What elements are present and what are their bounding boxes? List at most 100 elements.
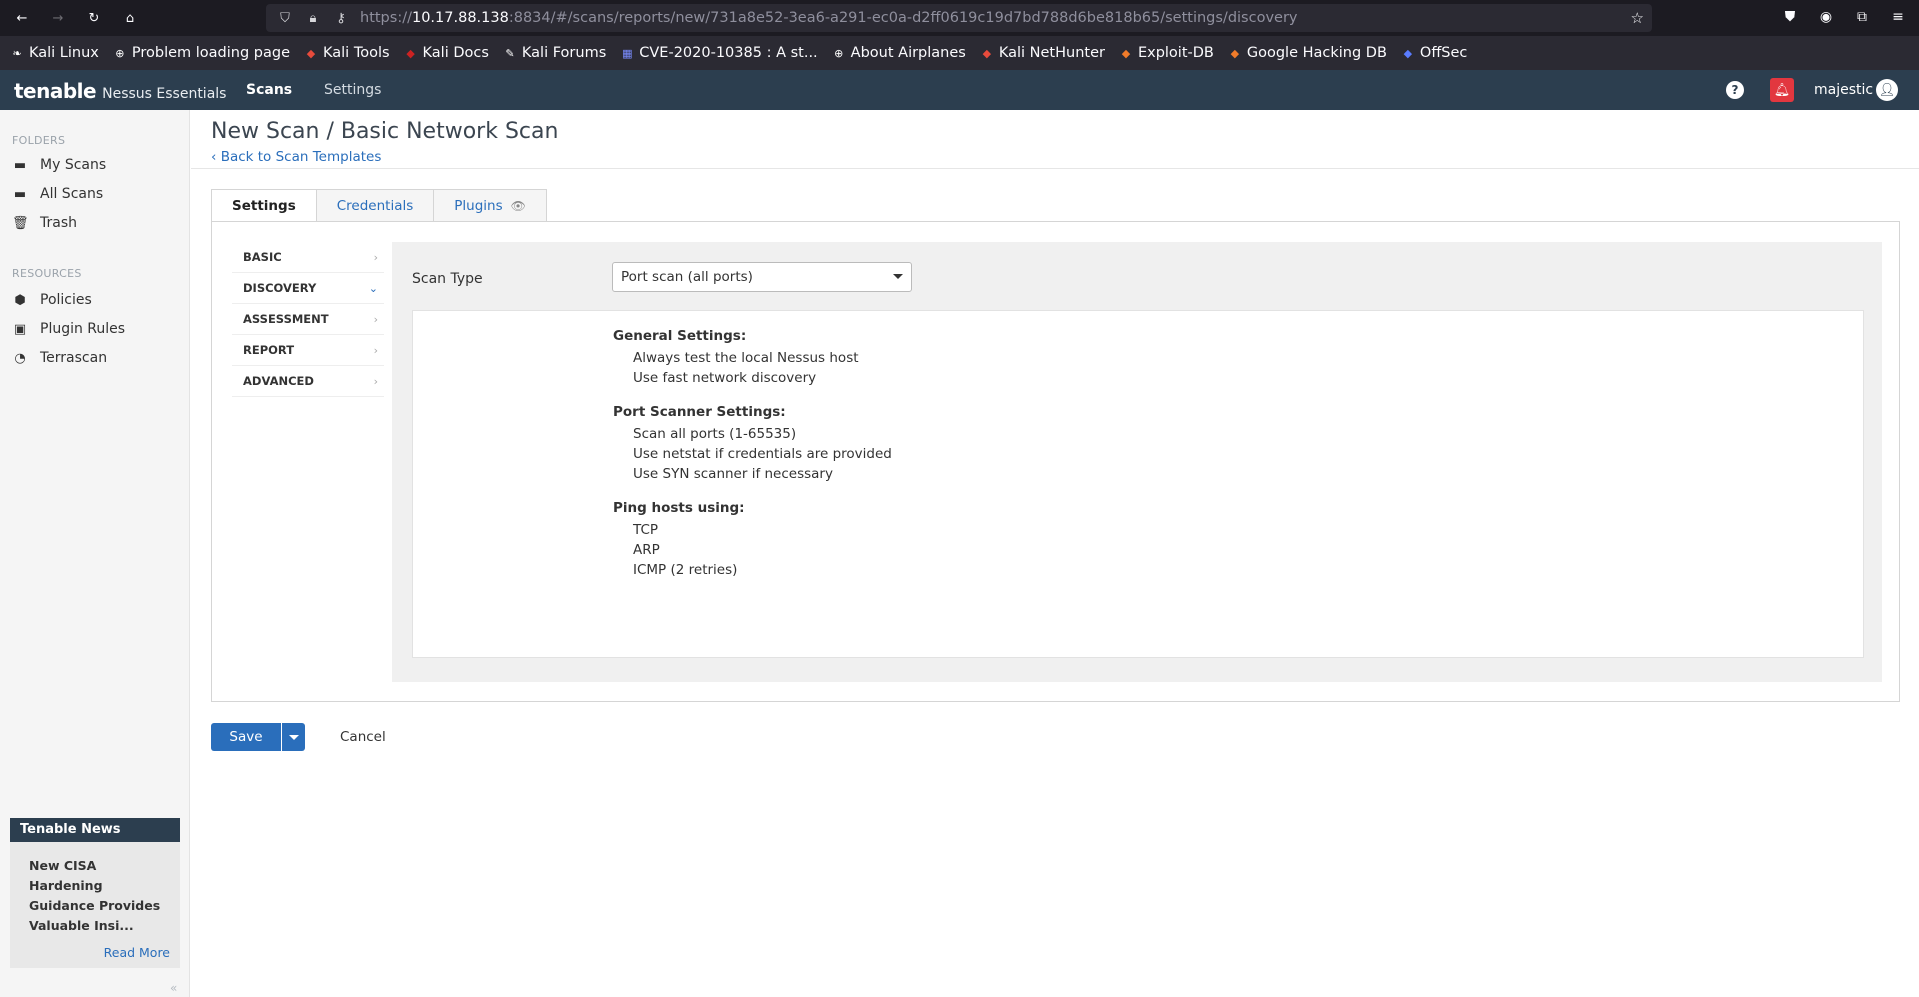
sidebar-item-my-scans[interactable]: ▬ My Scans	[12, 157, 106, 173]
bookmark-item[interactable]: ◆ Kali Docs	[404, 45, 489, 61]
home-icon[interactable]: ⌂	[116, 4, 144, 32]
summary-item: Scan all ports (1-65535)	[633, 426, 797, 442]
trash-icon: 🗑︎	[12, 215, 29, 231]
collapse-sidebar-icon[interactable]: «	[170, 981, 177, 995]
bookmark-item[interactable]: ✎ Kali Forums	[503, 45, 606, 61]
news-headline[interactable]: New CISA Hardening Guidance Provides Val…	[10, 842, 180, 936]
terrascan-icon: ◔	[14, 350, 26, 366]
username[interactable]: majestic	[1814, 82, 1873, 98]
sidebar-item-label: Trash	[40, 215, 77, 231]
nav-scans[interactable]: Scans	[246, 82, 292, 98]
chevron-left-icon: ‹	[211, 149, 221, 165]
caret-down-icon	[893, 274, 903, 279]
logo-brand: tenable	[14, 79, 97, 103]
sidebar-item-policies[interactable]: ⬢ Policies	[12, 292, 92, 308]
chevron-right-icon: ›	[373, 312, 378, 326]
bookmark-item[interactable]: ◆ Kali NetHunter	[980, 45, 1105, 61]
section-report[interactable]: REPORT ›	[232, 335, 384, 366]
sidebar-item-all-scans[interactable]: ▬ All Scans	[12, 186, 103, 202]
sidebar: FOLDERS ▬ My Scans ▬ All Scans 🗑︎ Trash …	[0, 110, 190, 997]
help-icon[interactable]: ?	[1726, 81, 1744, 99]
extensions-icon[interactable]: ⧉	[1851, 6, 1873, 28]
news-read-more-link[interactable]: Read More	[104, 945, 170, 960]
tenable-logo[interactable]: tenable Nessus Essentials	[14, 79, 226, 103]
folder-icon: ▬	[13, 157, 27, 173]
url-text[interactable]: https://10.17.88.138:8834/#/scans/report…	[360, 10, 1298, 26]
chevron-down-icon: ⌄	[368, 281, 378, 295]
save-button[interactable]: Save	[211, 723, 281, 751]
summary-item: Use fast network discovery	[633, 370, 817, 386]
section-label: ADVANCED	[243, 374, 314, 388]
bookmark-item[interactable]: ◆ Exploit-DB	[1119, 45, 1214, 61]
sidebar-item-label: My Scans	[40, 157, 107, 173]
tenable-news-widget: Tenable News New CISA Hardening Guidance…	[10, 818, 180, 968]
discovery-summary: General Settings: Always test the local …	[412, 310, 1864, 658]
section-basic[interactable]: BASIC ›	[232, 242, 384, 273]
reload-icon[interactable]: ↻	[80, 4, 108, 32]
sidebar-item-label: All Scans	[40, 186, 104, 202]
back-link-label: Back to Scan Templates	[220, 149, 382, 165]
resources-heading: RESOURCES	[12, 267, 82, 280]
nav-settings[interactable]: Settings	[324, 82, 381, 98]
back-to-templates-link[interactable]: ‹ Back to Scan Templates	[211, 149, 381, 165]
bookmark-label: Kali Docs	[422, 45, 489, 61]
pocket-icon[interactable]: ⛊	[1779, 6, 1801, 28]
bookmark-label: About Airplanes	[850, 45, 966, 61]
globe-icon: ⊕	[834, 46, 844, 60]
tab-credentials[interactable]: Credentials	[316, 189, 435, 222]
sidebar-item-label: Terrascan	[40, 350, 108, 366]
save-options-dropdown[interactable]	[282, 723, 305, 751]
sidebar-item-trash[interactable]: 🗑︎ Trash	[12, 215, 77, 231]
tab-settings[interactable]: Settings	[211, 189, 317, 222]
lock-icon[interactable]: 🔒︎	[304, 11, 322, 26]
summary-item: Use SYN scanner if necessary	[633, 466, 833, 482]
app-header: tenable Nessus Essentials Scans Settings…	[0, 70, 1919, 110]
section-discovery[interactable]: DISCOVERY ⌄	[232, 273, 384, 304]
cancel-button[interactable]: Cancel	[340, 729, 386, 745]
bookmark-item[interactable]: ⊕ About Airplanes	[832, 45, 966, 61]
menu-icon[interactable]: ≡	[1887, 6, 1909, 28]
address-bar[interactable]: ⛉ 🔒︎ ⚷ https://10.17.88.138:8834/#/scans…	[266, 4, 1652, 32]
bookmark-item[interactable]: ▦ CVE-2020-10385 : A st...	[620, 45, 818, 61]
bookmark-item[interactable]: ❧ Kali Linux	[10, 45, 99, 61]
account-icon[interactable]: ◉	[1815, 6, 1837, 28]
kali-dragon-icon: ❧	[12, 46, 22, 60]
bookmark-label: Exploit-DB	[1137, 45, 1214, 61]
kali-forums-icon: ✎	[505, 46, 515, 60]
chevron-right-icon: ›	[373, 374, 378, 388]
ping-hosts-heading: Ping hosts using:	[613, 500, 745, 516]
bookmark-label: Problem loading page	[131, 45, 291, 61]
bookmarks-bar: ❧ Kali Linux ⊕ Problem loading page ◆ Kali To…	[0, 36, 1919, 70]
user-avatar-icon[interactable]: 👤︎	[1876, 79, 1898, 101]
exploitdb-icon: ◆	[1121, 46, 1131, 60]
scan-type-select[interactable]: Port scan (all ports)	[612, 262, 912, 292]
bookmark-star-icon[interactable]: ☆	[1631, 9, 1644, 27]
cve-icon: ▦	[622, 46, 633, 60]
tab-plugins[interactable]: Plugins 👁︎	[434, 189, 547, 222]
bookmark-item[interactable]: ◆ OffSec	[1401, 45, 1468, 61]
section-assessment[interactable]: ASSESSMENT ›	[232, 304, 384, 335]
bookmark-label: CVE-2020-10385 : A st...	[639, 45, 818, 61]
summary-item: Use netstat if credentials are provided	[633, 446, 892, 462]
key-icon[interactable]: ⚷	[332, 11, 350, 26]
bookmark-item[interactable]: ◆ Google Hacking DB	[1228, 45, 1387, 61]
sidebar-item-plugin-rules[interactable]: ▣ Plugin Rules	[12, 321, 125, 337]
policy-icon: ⬢	[14, 292, 26, 308]
sidebar-item-terrascan[interactable]: ◔ Terrascan	[12, 350, 107, 366]
forward-arrow-icon[interactable]: →	[44, 4, 72, 32]
section-label: BASIC	[243, 250, 282, 264]
back-arrow-icon[interactable]: ←	[8, 4, 36, 32]
notification-bell-icon[interactable]: 🔔︎	[1770, 78, 1794, 102]
general-settings-heading: General Settings:	[613, 328, 747, 344]
bookmark-item[interactable]: ◆ Kali Tools	[304, 45, 390, 61]
bookmark-label: Kali Linux	[29, 45, 99, 61]
page-title: New Scan / Basic Network Scan	[211, 119, 559, 144]
bookmark-item[interactable]: ⊕ Problem loading page	[113, 45, 290, 61]
shield-icon[interactable]: ⛉	[276, 11, 294, 26]
summary-item: ICMP (2 retries)	[633, 562, 738, 578]
caret-down-icon	[288, 734, 299, 740]
sidebar-item-label: Policies	[40, 292, 92, 308]
scan-tabs: Settings Credentials Plugins 👁︎	[211, 189, 547, 222]
divider	[191, 168, 1919, 169]
section-advanced[interactable]: ADVANCED ›	[232, 366, 384, 397]
